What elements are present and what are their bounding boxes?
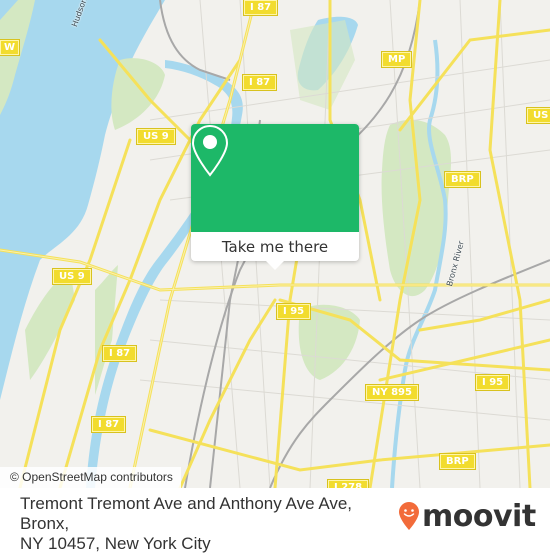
road xyxy=(148,428,550,472)
shield-i95: I 95 xyxy=(277,304,311,319)
shield-us: US xyxy=(527,108,550,123)
shield-w: W xyxy=(0,40,20,55)
road xyxy=(418,298,550,332)
shield-us9: US 9 xyxy=(137,129,175,144)
shield-ny895: NY 895 xyxy=(366,385,418,400)
moovit-logo[interactable]: moovit xyxy=(398,496,536,536)
address-line-2: NY 10457, New York City xyxy=(20,534,211,553)
map-attribution[interactable]: © OpenStreetMap contributors xyxy=(0,467,181,488)
location-popup: Take me there xyxy=(191,124,359,270)
shield-mp: MP xyxy=(382,52,412,67)
map-pin-icon xyxy=(191,124,229,177)
popup-pointer xyxy=(266,261,284,270)
moovit-logo-text: moovit xyxy=(422,498,536,534)
shield-i87: I 87 xyxy=(92,417,126,432)
park-reservoir xyxy=(290,20,355,110)
shield-i278: I 278 xyxy=(328,480,369,488)
shield-i87: I 87 xyxy=(103,346,137,361)
popup-header xyxy=(191,124,359,232)
shield-brp: BRP xyxy=(440,454,475,469)
address-line-1: Tremont Tremont Ave and Anthony Ave Ave,… xyxy=(20,494,353,533)
take-me-there-button[interactable]: Take me there xyxy=(191,232,359,261)
shield-i87: I 87 xyxy=(244,0,278,15)
address: Tremont Tremont Ave and Anthony Ave Ave,… xyxy=(20,494,390,554)
footer: Tremont Tremont Ave and Anthony Ave Ave,… xyxy=(0,488,550,553)
shield-brp: BRP xyxy=(445,172,480,187)
moovit-pin-icon xyxy=(399,502,419,530)
map-view[interactable]: I 87 W MP I 87 US 9 US BRP US 9 I 95 I 8… xyxy=(0,0,550,488)
shield-i87: I 87 xyxy=(243,75,277,90)
shield-i95: I 95 xyxy=(476,375,510,390)
shield-us9: US 9 xyxy=(53,269,91,284)
